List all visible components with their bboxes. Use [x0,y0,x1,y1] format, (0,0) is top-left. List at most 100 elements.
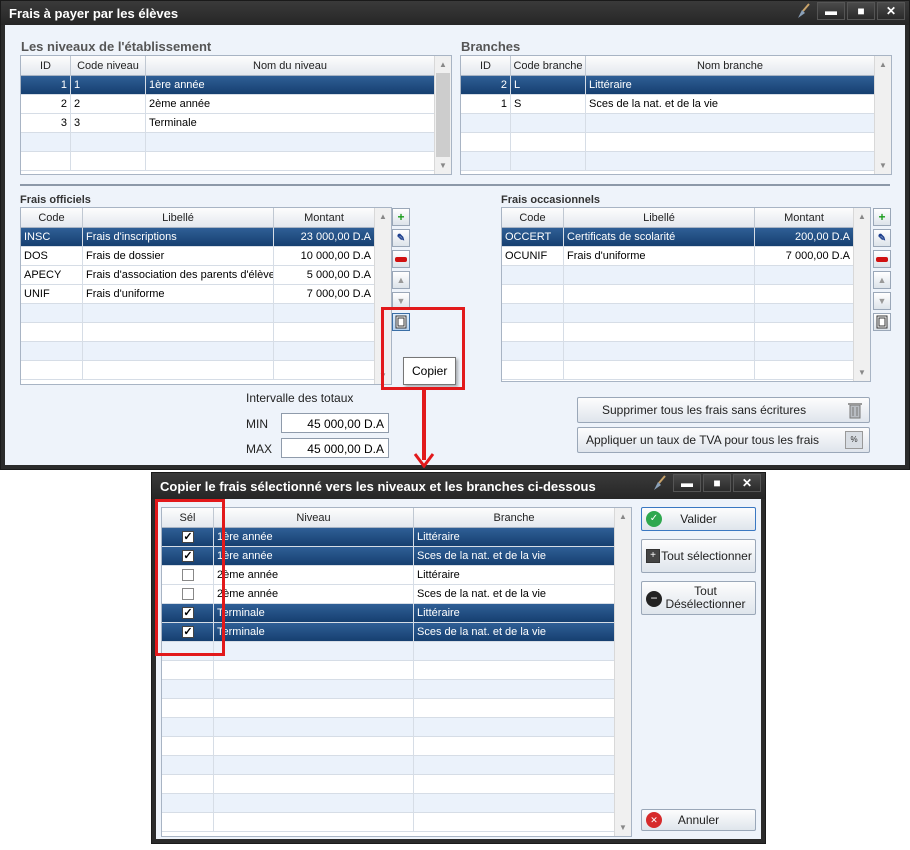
header-code-branche[interactable]: Code branche [511,56,586,76]
scroll-up-icon[interactable]: ▲ [435,56,451,73]
table-row[interactable]: 1 S Sces de la nat. et de la vie [461,95,875,114]
cell-code: 2 [71,95,146,114]
copy-grid-scrollbar[interactable]: ▲ ▼ [614,508,631,836]
table-row[interactable]: OCUNIF Frais d'uniforme 7 000,00 D.A [502,247,854,266]
maximize-button[interactable]: ■ [847,2,875,20]
supprimer-label: Supprimer tous les frais sans écritures [602,403,807,417]
tout-deselectionner-button[interactable]: − Tout Désélectionner [641,581,756,615]
table-row[interactable]: OCCERT Certificats de scolarité 200,00 D… [502,228,854,247]
empty-row [162,813,615,832]
header-libelle[interactable]: Libellé [83,208,274,228]
valider-button[interactable]: ✓ Valider [641,507,756,531]
table-row[interactable]: 2 2 2ème année [21,95,435,114]
scroll-down-icon[interactable]: ▼ [615,819,631,836]
header-nom-branche[interactable]: Nom branche [586,56,875,76]
minimize-button[interactable]: ▬ [673,474,701,492]
table-row[interactable]: ✓ Terminale Sces de la nat. et de la vie [162,623,615,642]
delete-button[interactable] [392,250,410,268]
minimize-button[interactable]: ▬ [817,2,845,20]
table-row[interactable]: 3 3 Terminale [21,114,435,133]
branches-grid[interactable]: ID Code branche Nom branche 2 L Littérai… [460,55,892,175]
empty-row [502,266,854,285]
maximize-button[interactable]: ■ [703,474,731,492]
scroll-down-icon[interactable]: ▼ [435,157,451,174]
scroll-down-icon[interactable]: ▼ [854,364,870,381]
header-montant[interactable]: Montant [755,208,854,228]
table-row[interactable]: 2ème année Sces de la nat. et de la vie [162,585,615,604]
cell-branche: Sces de la nat. et de la vie [414,623,615,642]
min-field[interactable]: 45 000,00 D.A [281,413,389,433]
edit-icon[interactable]: ✎ [873,229,891,247]
cell-niveau: 1ère année [214,528,414,547]
frais-occasionnels-grid[interactable]: Code Libellé Montant OCCERT Certificats … [501,207,871,382]
min-label: MIN [246,417,268,431]
scroll-up-icon[interactable]: ▲ [375,208,391,225]
scroll-thumb[interactable] [436,73,450,157]
frais-officiels-grid[interactable]: Code Libellé Montant INSC Frais d'inscri… [20,207,392,385]
move-down-icon[interactable]: ▼ [873,292,891,310]
delete-button[interactable] [873,250,891,268]
empty-row [21,152,435,171]
header-code[interactable]: Code [21,208,83,228]
totaux-label: Intervalle des totaux [246,391,354,405]
header-code[interactable]: Code [502,208,564,228]
appliquer-tva-button[interactable]: Appliquer un taux de TVA pour tous les f… [577,427,870,453]
table-row[interactable]: INSC Frais d'inscriptions 23 000,00 D.A [21,228,375,247]
scroll-up-icon[interactable]: ▲ [615,508,631,525]
close-button[interactable]: ✕ [877,2,905,20]
empty-row [162,661,615,680]
table-row[interactable]: ✓ 1ère année Littéraire [162,528,615,547]
edit-icon[interactable]: ✎ [392,229,410,247]
empty-row [162,756,615,775]
table-row[interactable]: 1 1 1ère année [21,76,435,95]
header-montant[interactable]: Montant [274,208,375,228]
main-window-controls: ▬ ■ ✕ [793,2,905,20]
frais-occasionnels-scrollbar[interactable]: ▲ ▼ [853,208,870,381]
niveaux-grid[interactable]: ID Code niveau Nom du niveau 1 1 1ère an… [20,55,452,175]
cell-nom: 1ère année [146,76,435,95]
empty-row [502,323,854,342]
broom-icon[interactable] [793,2,815,20]
broom-icon[interactable] [649,474,671,492]
move-up-icon[interactable]: ▲ [392,271,410,289]
scroll-up-icon[interactable]: ▲ [875,56,891,73]
tout-selectionner-button[interactable]: + Tout sélectionner [641,539,756,573]
cell-branche: Littéraire [414,566,615,585]
header-id[interactable]: ID [21,56,71,76]
header-id[interactable]: ID [461,56,511,76]
cell-nom: Sces de la nat. et de la vie [586,95,875,114]
copy-icon[interactable] [873,313,891,331]
cell-nom: Littéraire [586,76,875,95]
move-up-icon[interactable]: ▲ [873,271,891,289]
table-row[interactable]: 2 L Littéraire [461,76,875,95]
cell-code: APECY [21,266,83,285]
table-row[interactable]: APECY Frais d'association des parents d'… [21,266,375,285]
scroll-down-icon[interactable]: ▼ [875,157,891,174]
header-branche[interactable]: Branche [414,508,615,528]
cell-libelle: Frais d'uniforme [83,285,274,304]
table-row[interactable]: ✓ 1ère année Sces de la nat. et de la vie [162,547,615,566]
valider-label: Valider [680,512,717,526]
empty-row [461,133,875,152]
table-row[interactable]: UNIF Frais d'uniforme 7 000,00 D.A [21,285,375,304]
header-code-niveau[interactable]: Code niveau [71,56,146,76]
scroll-up-icon[interactable]: ▲ [854,208,870,225]
supprimer-frais-button[interactable]: Supprimer tous les frais sans écritures [577,397,870,423]
add-button[interactable]: + [392,208,410,226]
header-niveau[interactable]: Niveau [214,508,414,528]
branches-scrollbar[interactable]: ▲ ▼ [874,56,891,174]
add-button[interactable]: + [873,208,891,226]
main-window-title: Frais à payer par les élèves [9,6,179,21]
annuler-button[interactable]: ✕ Annuler [641,809,756,831]
table-row[interactable]: DOS Frais de dossier 10 000,00 D.A [21,247,375,266]
close-button[interactable]: ✕ [733,474,761,492]
max-field[interactable]: 45 000,00 D.A [281,438,389,458]
header-nom-niveau[interactable]: Nom du niveau [146,56,435,76]
copy-grid[interactable]: Sél Niveau Branche ✓ 1ère année Littéraire… [161,507,632,837]
table-row[interactable]: 2ème année Littéraire [162,566,615,585]
niveaux-scrollbar[interactable]: ▲ ▼ [434,56,451,174]
header-libelle[interactable]: Libellé [564,208,755,228]
cell-montant: 200,00 D.A [755,228,854,247]
empty-row [21,361,375,380]
table-row[interactable]: ✓ Terminale Littéraire [162,604,615,623]
